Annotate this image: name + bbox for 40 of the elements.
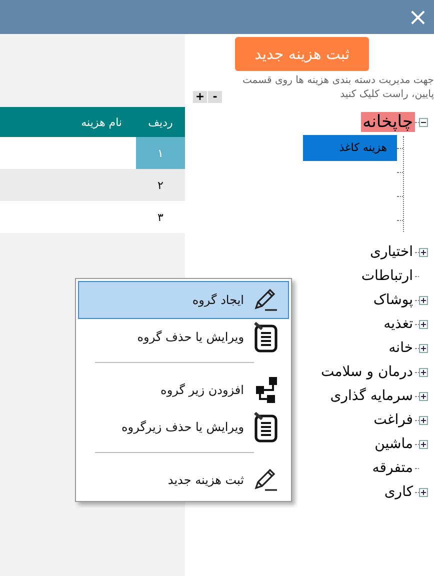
tree-item[interactable]: ماشین — [372, 434, 415, 454]
zoom-button[interactable]: + — [193, 91, 207, 103]
hint-text: جهت مدیریت دسته بندی هزینه ها روی قسمت پایین، راست کلیک کنید — [241, 74, 434, 102]
tree-item[interactable]: فراغت — [372, 410, 415, 430]
column-header[interactable]: ردیف — [136, 107, 185, 137]
notepad-icon — [253, 411, 279, 443]
table-cell-text: ۳ — [156, 210, 164, 226]
hierarchy-icon — [253, 376, 279, 404]
menu-item[interactable]: افزودن زیر گروه — [78, 371, 289, 409]
expand-toggle[interactable] — [419, 368, 428, 376]
expand-toggle[interactable] — [419, 392, 428, 400]
table-cell: ۱ — [136, 137, 185, 169]
notepad-icon — [253, 321, 279, 353]
expand-toggle[interactable] — [419, 488, 428, 496]
table-cell-text: ۲ — [156, 178, 164, 194]
collapse-toggle[interactable] — [419, 118, 428, 126]
tree-item[interactable]: اختیاری — [368, 242, 415, 262]
tree-item[interactable]: کاری — [382, 482, 415, 502]
expand-toggle[interactable] — [419, 320, 428, 328]
expand-toggle[interactable] — [419, 248, 428, 256]
tree-item[interactable]: خانه — [386, 338, 415, 358]
tree-item[interactable]: چاپخانه — [360, 112, 415, 132]
menu-item[interactable]: ایجاد گروه — [78, 281, 289, 319]
column-header[interactable]: نام هزینه — [0, 107, 136, 137]
tree-item[interactable]: تغذیه — [382, 314, 415, 334]
expand-toggle[interactable] — [419, 416, 428, 424]
menu-item[interactable]: ثبت هزینه جدید — [78, 461, 289, 499]
tree-item[interactable]: متفرقه — [370, 458, 415, 478]
expand-toggle[interactable] — [419, 296, 428, 304]
tree-item[interactable]: سرمایه گذاری — [328, 386, 415, 406]
zoom-button[interactable]: - — [208, 91, 222, 103]
pencil-icon — [253, 288, 279, 312]
tree-item[interactable]: ارتباطات — [359, 266, 415, 286]
expand-toggle[interactable] — [419, 440, 428, 448]
close-button[interactable]: × — [402, 5, 434, 29]
tree-item[interactable]: پوشاک — [371, 290, 415, 310]
tree-item[interactable]: درمان و سلامت — [318, 362, 415, 382]
pencil-icon — [253, 468, 279, 492]
expand-toggle[interactable] — [419, 344, 428, 352]
tree-item[interactable]: هزینه کاغذ — [303, 135, 397, 161]
